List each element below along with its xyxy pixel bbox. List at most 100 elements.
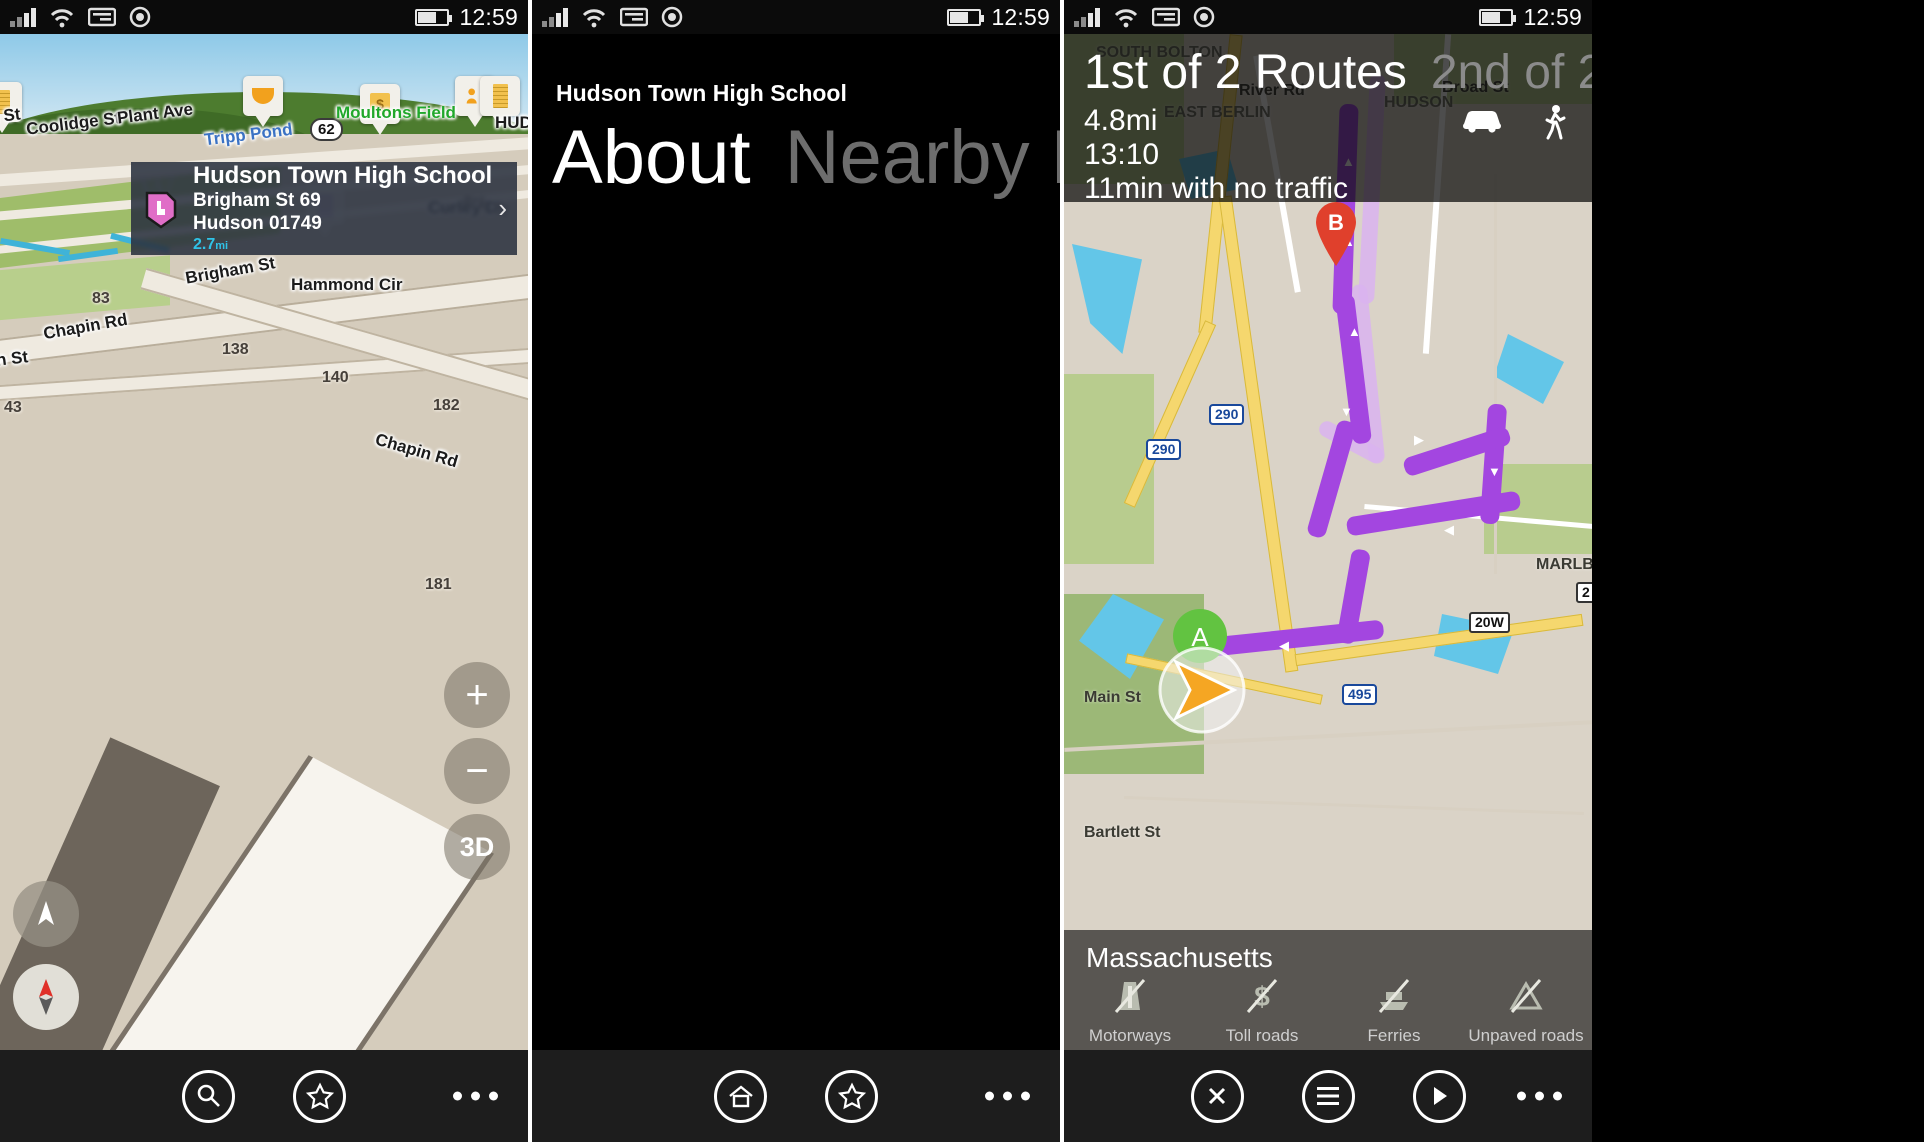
map-street-label: HUD bbox=[495, 113, 528, 132]
tab-route-1[interactable]: 1st of 2 Routes bbox=[1084, 46, 1407, 99]
tab-route-2[interactable]: 2nd of 2 Route bbox=[1431, 46, 1592, 99]
status-bar: 12:59 bbox=[1064, 0, 1592, 34]
avoid-option-label: Ferries bbox=[1367, 1026, 1421, 1045]
poi-building-icon[interactable] bbox=[480, 76, 520, 127]
callout-title: Hudson Town High School bbox=[193, 162, 492, 189]
wifi-icon bbox=[582, 8, 606, 27]
record-icon bbox=[1193, 6, 1215, 28]
battery-icon bbox=[947, 8, 985, 26]
more-options-button[interactable] bbox=[985, 1091, 1030, 1101]
more-options-button[interactable] bbox=[1517, 1091, 1562, 1101]
callout-street: Brigham St 69 bbox=[193, 190, 321, 211]
highway-shield: 290 bbox=[1209, 404, 1245, 425]
route-pivot-header: 1st of 2 Routes 2nd of 2 Route bbox=[1084, 44, 1592, 102]
panel-place-details: 12:59 Hudson Town High School About Nearb… bbox=[532, 0, 1060, 1142]
highway-shield: 20W bbox=[1469, 612, 1510, 633]
sim-icon bbox=[620, 7, 648, 27]
route-app-bar bbox=[1064, 1050, 1592, 1142]
chevron-right-icon[interactable]: › bbox=[492, 193, 507, 224]
record-icon bbox=[129, 6, 151, 28]
zoom-in-button[interactable]: + bbox=[444, 662, 510, 728]
route-map-label: Bartlett St bbox=[1084, 824, 1161, 841]
panel-route-overview: ▲ ▲ ▲ ▼ ▶ ▼ ◀ ◀ B A bbox=[1064, 0, 1592, 1142]
avoid-option-motorways[interactable]: Motorways bbox=[1064, 972, 1196, 1046]
callout-distance: 2.7mi bbox=[193, 236, 229, 253]
status-bar: 12:59 bbox=[0, 0, 528, 34]
route-arrival-time: 13:10 bbox=[1084, 138, 1160, 171]
page-subtitle: Hudson Town High School bbox=[556, 80, 847, 106]
avoid-option-label: Unpaved roads bbox=[1468, 1026, 1584, 1045]
route-map-label: Main St bbox=[1084, 689, 1141, 706]
route-distance: 4.8mi bbox=[1084, 104, 1158, 137]
avoid-options-row: Motorways $ Toll roads Ferries Unpaved roads bbox=[1064, 972, 1592, 1046]
pivot-header: About Nearby PO bbox=[552, 112, 1060, 204]
battery-icon bbox=[415, 8, 453, 26]
search-icon[interactable] bbox=[182, 1069, 235, 1123]
toll-crossed-icon: $ bbox=[1240, 972, 1284, 1020]
wifi-icon bbox=[1114, 8, 1138, 27]
map-house-number: 43 bbox=[4, 399, 22, 416]
current-position-arrow bbox=[1154, 642, 1250, 743]
map-app-bar bbox=[0, 1050, 528, 1142]
clock: 12:59 bbox=[1523, 3, 1582, 30]
poi-restaurant-icon[interactable] bbox=[243, 76, 283, 127]
star-icon[interactable] bbox=[293, 1069, 346, 1123]
three-panel-screenshot: W $ 62 Coolidge Stl StPlant AveMoultons … bbox=[0, 0, 1924, 1142]
highway-shield: 2 bbox=[1576, 582, 1592, 603]
map-house-number: 138 bbox=[222, 341, 249, 358]
avoid-option-label: Toll roads bbox=[1225, 1026, 1299, 1045]
destination-pin-b[interactable]: B bbox=[1308, 196, 1364, 273]
map-house-number: 140 bbox=[322, 369, 349, 386]
avoid-option-ferries[interactable]: Ferries bbox=[1328, 972, 1460, 1046]
route-stats: 4.8mi 13:10 11min with no traffic bbox=[1084, 104, 1348, 206]
signal-bars-icon bbox=[1074, 7, 1100, 27]
list-icon[interactable] bbox=[1301, 1069, 1355, 1123]
map-street-label: n St bbox=[0, 347, 30, 370]
ferry-crossed-icon bbox=[1372, 972, 1416, 1020]
signal-bars-icon bbox=[542, 7, 568, 27]
poi-callout-card[interactable]: Hudson Town High School Brigham St 69 Hu… bbox=[131, 162, 517, 255]
view-3d-button[interactable]: 3D bbox=[444, 814, 510, 880]
map-street-label: Hammond Cir bbox=[291, 275, 403, 294]
sim-icon bbox=[88, 7, 116, 27]
map-house-number: 182 bbox=[433, 397, 460, 414]
motorway-crossed-icon bbox=[1108, 972, 1152, 1020]
close-icon[interactable] bbox=[1190, 1069, 1244, 1123]
wifi-icon bbox=[50, 8, 74, 27]
status-bar: 12:59 bbox=[532, 0, 1060, 34]
state-label: Massachusetts bbox=[1086, 942, 1273, 973]
clock: 12:59 bbox=[459, 3, 518, 30]
route-map-label: MARLB bbox=[1536, 556, 1592, 573]
map-street-label: l St bbox=[0, 104, 22, 126]
tab-about[interactable]: About bbox=[552, 115, 751, 200]
locate-me-button[interactable] bbox=[13, 881, 79, 947]
details-app-bar bbox=[532, 1050, 1060, 1142]
zoom-out-button[interactable]: − bbox=[444, 738, 510, 804]
record-icon bbox=[661, 6, 683, 28]
route-duration: 11min with no traffic bbox=[1084, 172, 1349, 205]
place-pin-icon bbox=[141, 187, 183, 231]
highway-shield: 290 bbox=[1146, 439, 1182, 460]
car-icon[interactable] bbox=[1460, 104, 1504, 145]
map-zoom-controls: + − 3D bbox=[444, 662, 510, 890]
callout-city: Hudson 01749 bbox=[193, 213, 322, 234]
battery-icon bbox=[1479, 8, 1517, 26]
svg-text:B: B bbox=[1328, 210, 1344, 235]
compass-icon[interactable] bbox=[13, 964, 79, 1030]
highway-shield: 495 bbox=[1342, 684, 1378, 705]
avoid-option-toll-roads[interactable]: $ Toll roads bbox=[1196, 972, 1328, 1046]
map-canvas-3d[interactable]: W $ 62 Coolidge Stl StPlant AveMoultons … bbox=[0, 34, 528, 1142]
unpaved-crossed-icon bbox=[1504, 972, 1548, 1020]
home-icon[interactable] bbox=[714, 1069, 767, 1123]
clock: 12:59 bbox=[991, 3, 1050, 30]
avoid-option-unpaved-roads[interactable]: Unpaved roads bbox=[1460, 972, 1592, 1046]
map-house-number: 83 bbox=[92, 290, 110, 307]
sim-icon bbox=[1152, 7, 1180, 27]
tab-nearby-poi[interactable]: Nearby PO bbox=[785, 115, 1060, 200]
signal-bars-icon bbox=[10, 7, 36, 27]
more-options-button[interactable] bbox=[453, 1091, 498, 1101]
star-icon[interactable] bbox=[825, 1069, 878, 1123]
play-icon[interactable] bbox=[1412, 1069, 1466, 1123]
travel-mode-buttons bbox=[1460, 104, 1568, 145]
walk-icon[interactable] bbox=[1542, 104, 1568, 145]
